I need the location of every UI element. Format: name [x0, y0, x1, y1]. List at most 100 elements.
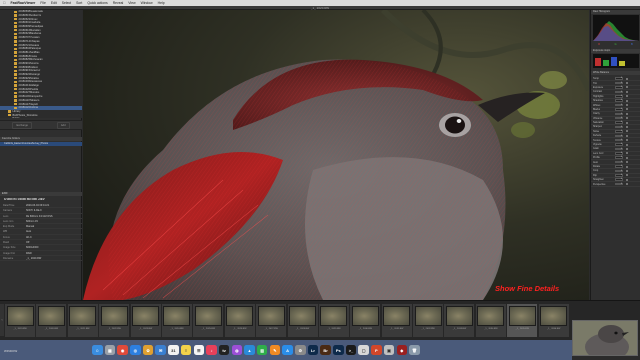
adjustment-value[interactable]: 0 — [615, 130, 623, 133]
photoshop-icon[interactable]: Ps — [333, 344, 344, 356]
reset-dot-icon[interactable] — [626, 77, 628, 80]
filmstrip-thumbnail[interactable]: _1_ 2036.RW — [538, 304, 569, 337]
menu-edit[interactable]: Edit — [51, 1, 57, 5]
tv-icon[interactable]: tv — [218, 344, 230, 356]
reset-dot-icon[interactable] — [626, 121, 628, 124]
adjustment-value[interactable]: 0 — [615, 103, 623, 107]
adjustment-value[interactable]: 0 — [615, 121, 623, 124]
reset-dot-icon[interactable] — [626, 152, 628, 155]
reset-dot-icon[interactable] — [626, 117, 628, 120]
numbers-icon[interactable]: ▥ — [256, 344, 268, 356]
safari-icon[interactable]: ◎ — [130, 344, 141, 356]
reminders-icon[interactable]: ☰ — [193, 344, 204, 356]
notes-icon[interactable]: ≡ — [180, 344, 192, 356]
reset-dot-icon[interactable] — [626, 161, 628, 164]
filmstrip-thumbnail[interactable]: _1_ 2033.RW — [444, 304, 475, 337]
finder-icon[interactable]: ☺ — [92, 344, 103, 356]
reset-dot-icon[interactable] — [626, 165, 628, 168]
filmstrip-thumbnail[interactable]: _1_ 2034.RW — [475, 304, 506, 337]
reset-dot-icon[interactable] — [626, 86, 628, 89]
menu-quick-actions[interactable]: Quick actions — [87, 1, 107, 5]
filmstrip-thumbnail[interactable]: _1_ 2021.RW — [67, 304, 98, 337]
filmstrip-thumbnail[interactable]: _1_ 2026.RW — [224, 304, 255, 337]
adjustment-value[interactable]: 0 — [615, 108, 623, 111]
lightroom-icon[interactable]: Lr — [307, 344, 319, 356]
settings-icon[interactable]: ⚙ — [295, 344, 306, 356]
filmstrip-thumbnail[interactable]: _1_ 2029.RW — [318, 304, 349, 337]
adjustment-value[interactable]: 0 — [615, 174, 623, 177]
pages-icon[interactable]: ✎ — [269, 344, 281, 356]
adjustment-value[interactable]: 0 — [615, 112, 623, 116]
fastrawviewer-icon[interactable]: ◆ — [396, 344, 407, 356]
menu-reveal[interactable]: Reveal — [113, 1, 124, 5]
powerpoint-icon[interactable]: P — [371, 344, 382, 356]
adjustment-value[interactable]: 0 — [615, 125, 623, 129]
terminal-icon[interactable]: >_ — [345, 344, 357, 356]
reset-dot-icon[interactable] — [626, 169, 628, 172]
adjustment-value[interactable]: 0 — [615, 147, 623, 151]
chrome-icon[interactable]: ◉ — [117, 344, 128, 356]
adjustment-value[interactable]: 0 — [615, 77, 623, 80]
reset-dot-icon[interactable] — [626, 147, 628, 150]
menu-select[interactable]: Select — [62, 1, 71, 5]
podcasts-icon[interactable]: ◍ — [231, 344, 243, 356]
reset-dot-icon[interactable] — [626, 112, 628, 115]
adjustment-value[interactable]: 0 — [615, 178, 623, 181]
adjustment-value[interactable]: 0 — [615, 81, 623, 85]
reset-dot-icon[interactable] — [626, 125, 628, 128]
launchpad-icon[interactable]: ▦ — [104, 344, 116, 356]
menu-view[interactable]: View — [128, 1, 135, 5]
adjustment-value[interactable]: 0 — [615, 138, 623, 142]
reset-dot-icon[interactable] — [626, 82, 628, 85]
keynote-icon[interactable]: ▲ — [244, 344, 255, 356]
filmstrip-thumbnail[interactable]: _1_ 2031.RW — [381, 304, 412, 337]
blue-channel-toggle[interactable]: B — [630, 43, 634, 46]
filmstrip-thumbnail[interactable]: _1_ 2030.RW — [350, 304, 381, 337]
add-button[interactable]: Add — [56, 121, 70, 129]
folder-item[interactable]: Public — [0, 117, 82, 118]
adjustment-value[interactable]: 0 — [615, 134, 623, 138]
filmstrip-prev-icon[interactable]: ‹ — [0, 304, 4, 336]
appstore-icon[interactable]: A — [282, 344, 293, 356]
image-viewer[interactable] — [83, 10, 589, 300]
app-menu[interactable]: FastRawViewer — [11, 1, 36, 5]
menu-file[interactable]: File — [40, 1, 45, 5]
adjustment-value[interactable]: 0 — [615, 182, 623, 186]
green-channel-toggle[interactable]: G — [614, 43, 618, 46]
adjustment-value[interactable]: 0 — [615, 86, 623, 89]
menu-window[interactable]: Window — [141, 1, 153, 5]
filmstrip-thumbnail[interactable]: _1_ 2032.RW — [413, 304, 444, 337]
filmstrip-thumbnail[interactable]: _1_ 2035.RW — [507, 304, 538, 337]
adjustment-value[interactable]: 0 — [615, 156, 623, 159]
adjustment-value[interactable]: 0 — [615, 143, 623, 146]
mail-icon[interactable]: ✉ — [155, 344, 166, 356]
reset-dot-icon[interactable] — [626, 183, 628, 186]
adjustment-row[interactable]: Perspective 0 — [591, 182, 640, 187]
music-icon[interactable]: ♪ — [206, 344, 217, 356]
folder-tree[interactable]: 20180508Guatemala 20180515bordercrs 201805… — [0, 10, 82, 118]
bridge-icon[interactable]: Br — [320, 344, 331, 356]
filmstrip-thumbnail[interactable]: _1_ 2022.RW — [99, 304, 130, 337]
reset-dot-icon[interactable] — [626, 108, 628, 111]
filmstrip-thumbnail[interactable]: _1_ 2019.RW — [5, 304, 35, 337]
reset-dot-icon[interactable] — [626, 143, 628, 146]
reset-dot-icon[interactable] — [626, 174, 628, 177]
adjustment-value[interactable]: 0 — [615, 90, 623, 94]
reset-dot-icon[interactable] — [626, 156, 628, 159]
filmstrip-thumbnail[interactable]: _1_ 2025.RW — [193, 304, 224, 337]
adjustment-value[interactable]: 0 — [615, 152, 623, 155]
adjustment-value[interactable]: 0 — [615, 116, 623, 120]
adjustment-value[interactable]: 0 — [615, 99, 623, 102]
filmstrip-thumbnail[interactable]: _1_ 2020.RW — [36, 304, 67, 337]
menu-sort[interactable]: Sort — [76, 1, 82, 5]
filmstrip-thumbnail[interactable]: _1_ 2024.RW — [161, 304, 192, 337]
adjustment-value[interactable]: 0 — [615, 165, 623, 168]
adjustment-value[interactable]: 0 — [615, 160, 623, 164]
reset-dot-icon[interactable] — [626, 139, 628, 142]
photos-icon[interactable]: ✿ — [142, 344, 154, 356]
photo-icon[interactable]: ▣ — [383, 344, 395, 356]
favorite-folder-item[interactable]: Catbirds_EasternCountiesSurvey_Photos — [0, 142, 82, 146]
menu-help[interactable]: Help — [158, 1, 165, 5]
reset-dot-icon[interactable] — [626, 130, 628, 133]
adjustment-value[interactable]: 0 — [615, 95, 623, 98]
